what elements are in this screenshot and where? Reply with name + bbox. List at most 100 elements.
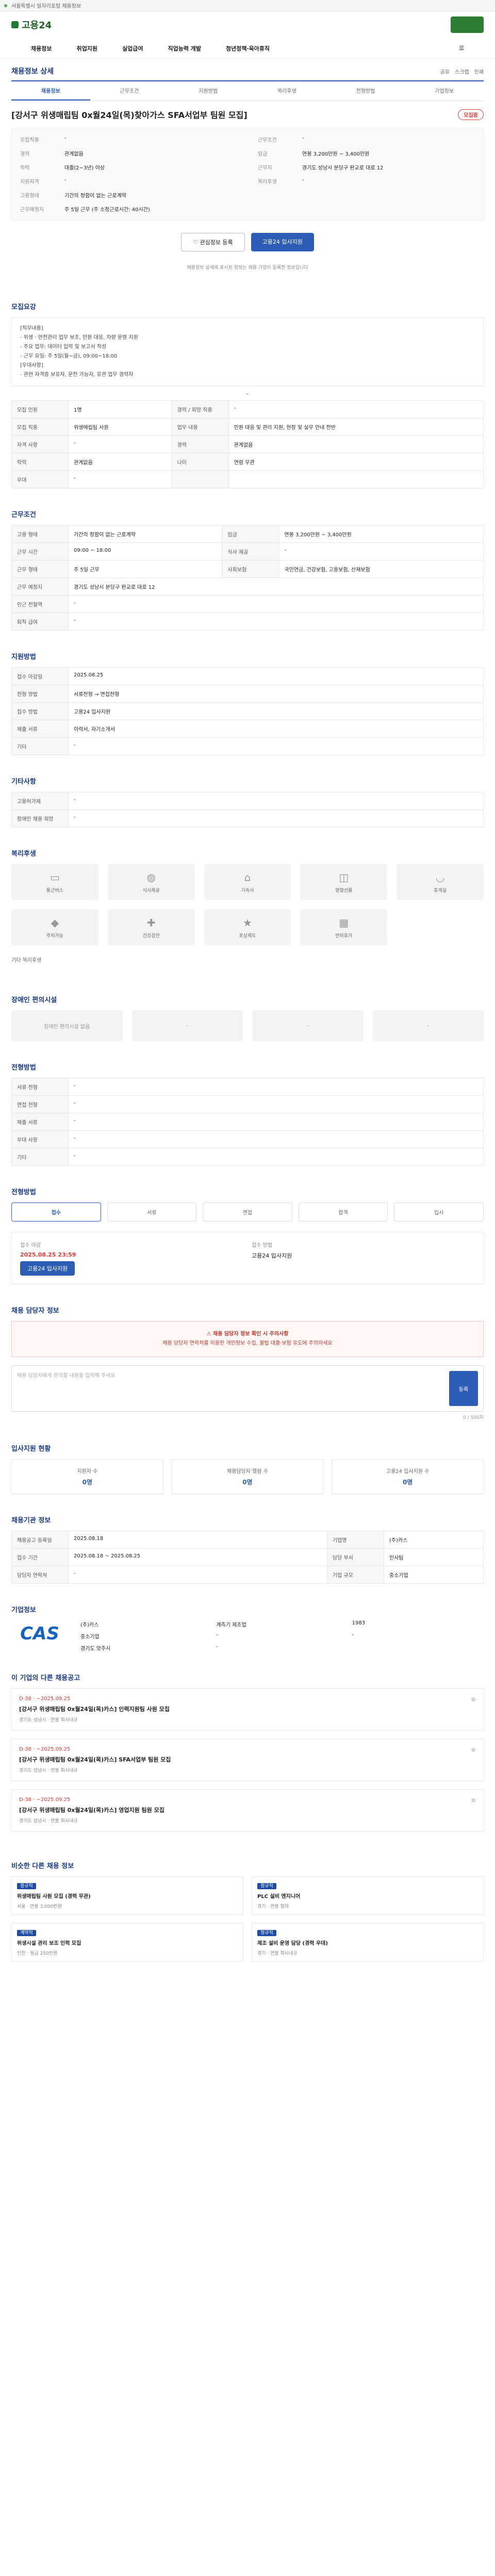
table-value: 주 5일 근무 [68, 560, 223, 578]
qna-submit-button[interactable]: 등록 [449, 1371, 478, 1406]
gnb-item[interactable]: 실업급여 [122, 44, 143, 53]
tab-welfare[interactable]: 복리후생 [248, 81, 326, 100]
table-row: 제출 서류 이력서, 자기소개서 [11, 720, 484, 738]
process-step[interactable]: 서류 [107, 1202, 197, 1222]
summary-value: 대졸(2~3년) 이상 [64, 165, 105, 171]
table-row: 모집 인원 1명 경력 / 희망 직종 - [11, 400, 484, 418]
stat-card: 고용24 입사지원 수 0명 [332, 1459, 484, 1494]
apply-button[interactable]: 고용24 입사지원 [251, 233, 314, 251]
menu-icon[interactable]: ☰ [459, 45, 464, 52]
tab-company[interactable]: 기업정보 [405, 81, 484, 100]
duty-line: - 위생 · 안전관리 업무 보조, 민원 대응, 차량 운영 지원 [20, 335, 138, 341]
summary-row: 모집직종 - [20, 132, 237, 146]
info-table: 채용공고 등록일 2025.08.18 기업명 (주)카스 접수 기간 2025.08.… [11, 1531, 484, 1584]
table-value: 인사팀 [383, 1548, 484, 1566]
recruit-table: 모집 인원 1명 경력 / 희망 직종 - 모집 직종 위생매립팀 사원 업무 내용 민원 … [11, 400, 484, 488]
table-key: 제출 서류 [11, 720, 69, 738]
scrap-job-button[interactable]: ♡ 관심정보 등록 [181, 233, 245, 251]
related-sub: 경기도 성남시 · 연봉 회사내규 [19, 1768, 78, 1773]
job-title: [강서구 위생매립팀 0x월24일(목)찾아가스 SFA서업부 팀원 모집] [11, 110, 248, 120]
related-job-card[interactable]: D-38 · ~2025.09.25 [강서구 위생매립팀 0x월24일(목)카스… [11, 1789, 484, 1832]
table-key: 서류 전형 [11, 1078, 69, 1096]
table-key: 기업 규모 [326, 1566, 384, 1584]
table-key: 근무 형태 [11, 560, 69, 578]
table-row: 근무 형태 주 5일 근무 사회보험 국민연금, 건강보험, 고용보험, 산재보험 [11, 560, 484, 578]
related-job-card[interactable]: D-38 · ~2025.09.25 [강서구 위생매립팀 0x월24일(목)카스… [11, 1688, 484, 1731]
summary-value: 연봉 3,200만원 ~ 3,400만원 [302, 151, 370, 157]
process-step[interactable]: 접수 [11, 1202, 101, 1222]
award-icon: ★ [243, 916, 252, 929]
table-key: 퇴직 급여 [11, 613, 69, 631]
tab-method[interactable]: 전형방법 [326, 81, 405, 100]
section-title: 이 기업의 다른 채용공고 [11, 1674, 80, 1682]
site-topbar: 서울특별시 일자리포털 채용정보 [0, 0, 495, 11]
table-key: 나이 [171, 453, 229, 471]
deadline-apply-button[interactable]: 고용24 입사지원 [20, 1261, 75, 1276]
bookmark-icon[interactable]: ☆ [471, 1797, 476, 1824]
table-key: 경력 / 희망 직종 [171, 400, 229, 418]
expand-toggle[interactable]: ⌄ [11, 386, 484, 400]
table-value: 연봉 3,200만원 ~ 3,400만원 [278, 525, 484, 543]
table-row: 면접 전형 - [11, 1095, 484, 1113]
section-title: 기업정보 [11, 1606, 36, 1614]
print-button[interactable]: 인쇄 [474, 67, 484, 75]
qna-textarea[interactable]: 채용 담당자에게 문의할 내용을 입력해 주세요 등록 [11, 1365, 484, 1412]
table-value: 경기도 성남시 분당구 판교로 대로 12 [68, 578, 484, 596]
process-chips: 접수 서류 면접 합격 입사 [11, 1202, 484, 1222]
gnb-item[interactable]: 채용정보 [31, 44, 52, 53]
brand-name[interactable]: 고용24 [22, 18, 52, 31]
summary-value: 경기도 성남시 분당구 판교로 대로 12 [302, 165, 384, 171]
gnb-item[interactable]: 직업능력 개발 [168, 44, 201, 53]
similar-title: 제조 설비 운영 담당 (경력 우대) [257, 1941, 328, 1946]
alert-icon: ⚠ [206, 1331, 213, 1337]
section-title: 전형방법 [11, 1189, 36, 1196]
company-logo: CAS [20, 1623, 59, 1644]
company-industry: 계측기 제조업 [216, 1622, 246, 1628]
table-row: 우대 사항 - [11, 1130, 484, 1148]
similar-sub: 인천 · 월급 250만원 [17, 1951, 58, 1956]
welfare-item: ◫ 명절선물 [300, 864, 388, 900]
table-row: 근무 예정지 경기도 성남시 분당구 판교로 대로 12 [11, 578, 484, 596]
process-step[interactable]: 합격 [298, 1202, 388, 1222]
summary-key: 근무예정지 [20, 207, 44, 213]
tab-recruit[interactable]: 채용정보 [11, 81, 90, 100]
table-key: 고용 형태 [11, 525, 69, 543]
company-homepage[interactable]: - [216, 1644, 348, 1652]
similar-job-card[interactable]: 정규직 PLC 설비 엔지니어 경기 · 연봉 협의 [252, 1876, 484, 1915]
table-key: 자격 사항 [11, 435, 69, 453]
table-value: 연령 무관 [228, 453, 484, 471]
banner-icon[interactable] [451, 16, 484, 33]
bookmark-icon[interactable]: ☆ [471, 1747, 476, 1773]
related-job-card[interactable]: D-38 · ~2025.09.25 [강서구 위생매립팀 0x월24일(목)카스… [11, 1739, 484, 1781]
similar-job-card[interactable]: 정규직 위생매립팀 사원 모집 (경력 무관) 서울 · 연봉 3,000만원 [11, 1876, 243, 1915]
table-key: 담당 부서 [326, 1548, 384, 1566]
table-row: 장애인 채용 희망 - [11, 809, 484, 827]
apply-table: 접수 마감일 2025.08.25 전형 방법 서류전형 → 면접전형 접수 방법 고… [11, 667, 484, 755]
process-step[interactable]: 면접 [203, 1202, 292, 1222]
table-row: 전형 방법 서류전형 → 면접전형 [11, 685, 484, 703]
summary-key: 모집직종 [20, 138, 39, 143]
table-value: 민원 대응 및 관리 지원, 현장 및 실무 안내 전반 [228, 418, 484, 436]
process-step[interactable]: 입사 [394, 1202, 484, 1222]
company-employees: - [352, 1632, 354, 1638]
stat-label: 지원자 수 [77, 1469, 98, 1475]
table-key [171, 470, 229, 488]
gnb-item[interactable]: 취업지원 [76, 44, 97, 53]
section-title: 비슷한 다른 채용 정보 [11, 1862, 74, 1870]
bookmark-icon[interactable]: ☆ [471, 1696, 476, 1723]
gnb-item[interactable]: 청년정책·육아휴직 [226, 44, 270, 53]
table-row: 제출 서류 - [11, 1113, 484, 1131]
similar-job-card[interactable]: 정규직 제조 설비 운영 담당 (경력 우대) 경기 · 연봉 회사내규 [252, 1923, 484, 1962]
share-button[interactable]: 공유 [440, 67, 450, 75]
welfare-label: 포상제도 [239, 933, 256, 939]
table-row: 접수 마감일 2025.08.25 [11, 667, 484, 685]
similar-job-card[interactable]: 계약직 위생시설 관리 보조 인력 모집 인천 · 월급 250만원 [11, 1923, 243, 1962]
tab-condition[interactable]: 근무조건 [90, 81, 169, 100]
table-key: 학력 [11, 453, 69, 471]
tab-apply[interactable]: 지원방법 [169, 81, 248, 100]
method-label: 접수 방법 [252, 1243, 272, 1248]
summary-key: 경력 [20, 151, 30, 157]
scrap-button[interactable]: 스크랩 [455, 67, 469, 75]
welfare-item: ✚ 건강검진 [107, 909, 195, 945]
company-details: (주)카스 계측기 제조업 1983 중소기업 - - 경기도 양주시 - [80, 1620, 484, 1652]
